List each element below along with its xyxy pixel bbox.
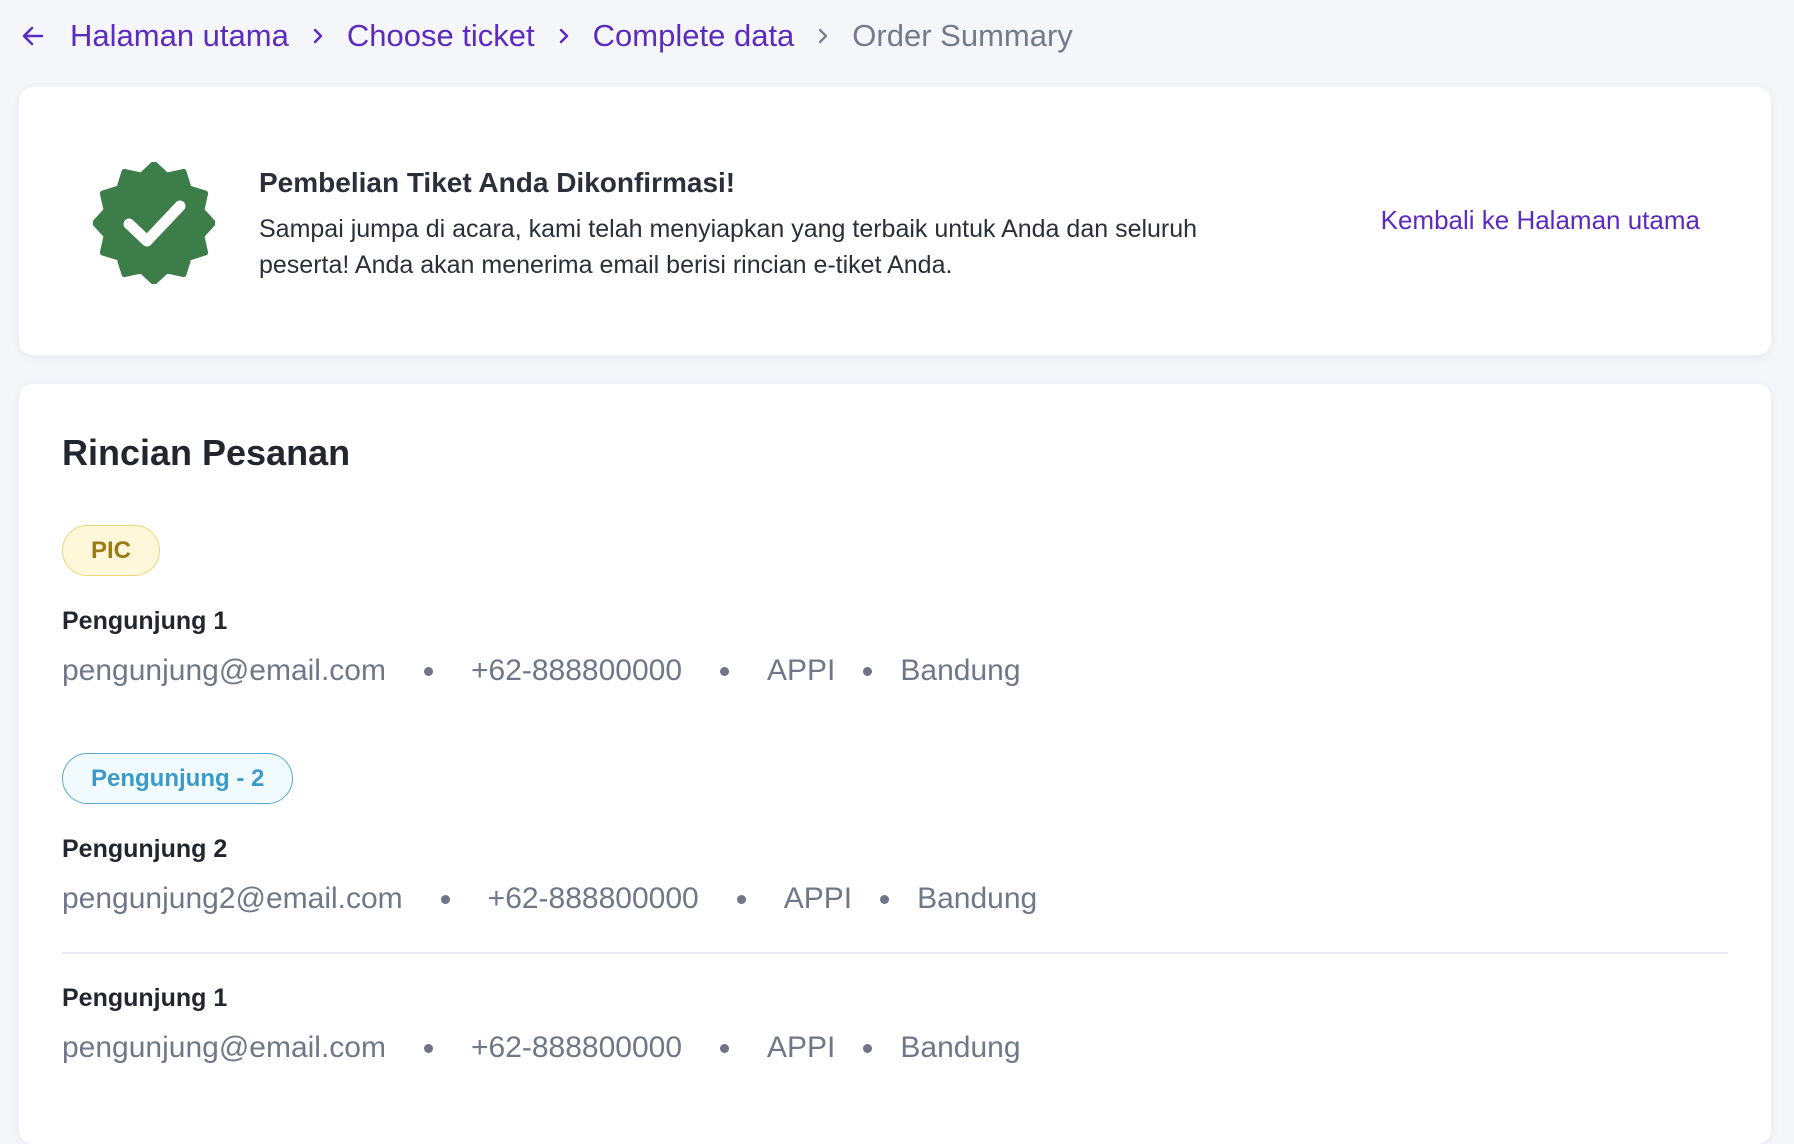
order-details-card: Rincian Pesanan PIC Pengunjung 1 pengunj… — [19, 384, 1771, 1144]
chevron-right-icon — [289, 28, 347, 44]
visitor-city: Bandung — [917, 882, 1038, 915]
verified-badge-icon — [92, 161, 216, 285]
separator-dot-icon — [423, 666, 433, 676]
visitor-name: Pengunjung 1 — [62, 984, 228, 1012]
separator-dot-icon — [720, 666, 730, 676]
breadcrumb: Halaman utama Choose ticket Complete dat… — [22, 16, 1073, 56]
visitor-entry: Pengunjung 1 pengunjung@email.com +62-88… — [62, 607, 1021, 688]
visitor-info: pengunjung2@email.com +62-888800000 APPI… — [62, 882, 1037, 916]
confirmation-card: Pembelian Tiket Anda Dikonfirmasi! Sampa… — [19, 87, 1771, 355]
visitor-phone: +62-888800000 — [470, 654, 683, 687]
visitor-entry: Pengunjung 2 pengunjung2@email.com +62-8… — [62, 835, 1037, 916]
breadcrumb-current: Order Summary — [852, 18, 1073, 53]
visitor-organization: APPI — [767, 654, 836, 687]
visitor-city: Bandung — [900, 1031, 1021, 1064]
visitor-info: pengunjung@email.com +62-888800000 APPI … — [62, 1031, 1021, 1065]
visitor-email: pengunjung2@email.com — [62, 882, 403, 915]
back-to-home-link[interactable]: Kembali ke Halaman utama — [1381, 205, 1700, 236]
breadcrumb-home[interactable]: Halaman utama — [70, 18, 289, 54]
breadcrumb-complete-data[interactable]: Complete data — [593, 18, 795, 54]
back-arrow-icon[interactable] — [22, 21, 52, 51]
separator-dot-icon — [863, 666, 873, 676]
chevron-right-icon — [535, 28, 593, 44]
visitor-name: Pengunjung 1 — [62, 607, 228, 635]
visitor-organization: APPI — [767, 1031, 836, 1064]
separator-dot-icon — [440, 894, 450, 904]
visitor-entry: Pengunjung 1 pengunjung@email.com +62-88… — [62, 984, 1021, 1065]
separator-dot-icon — [736, 894, 746, 904]
confirmation-title: Pembelian Tiket Anda Dikonfirmasi! — [259, 167, 736, 198]
order-details-title: Rincian Pesanan — [62, 432, 351, 473]
confirmation-description: Sampai jumpa di acara, kami telah menyia… — [259, 215, 1198, 279]
pic-tag: PIC — [62, 525, 161, 576]
separator-dot-icon — [863, 1043, 873, 1053]
visitor-phone: +62-888800000 — [470, 1031, 683, 1064]
visitor-name: Pengunjung 2 — [62, 835, 228, 863]
separator-dot-icon — [423, 1043, 433, 1053]
separator-dot-icon — [880, 894, 890, 904]
visitor-info: pengunjung@email.com +62-888800000 APPI … — [62, 654, 1021, 688]
separator-dot-icon — [720, 1043, 730, 1053]
visitor-phone: +62-888800000 — [487, 882, 699, 915]
chevron-right-icon — [794, 28, 852, 44]
visitor-group-tag: Pengunjung - 2 — [62, 753, 294, 804]
visitor-city: Bandung — [900, 654, 1021, 687]
visitor-organization: APPI — [783, 882, 853, 915]
visitor-email: pengunjung@email.com — [62, 1031, 386, 1064]
divider — [62, 952, 1728, 954]
breadcrumb-choose-ticket[interactable]: Choose ticket — [347, 18, 535, 54]
visitor-email: pengunjung@email.com — [62, 654, 386, 687]
